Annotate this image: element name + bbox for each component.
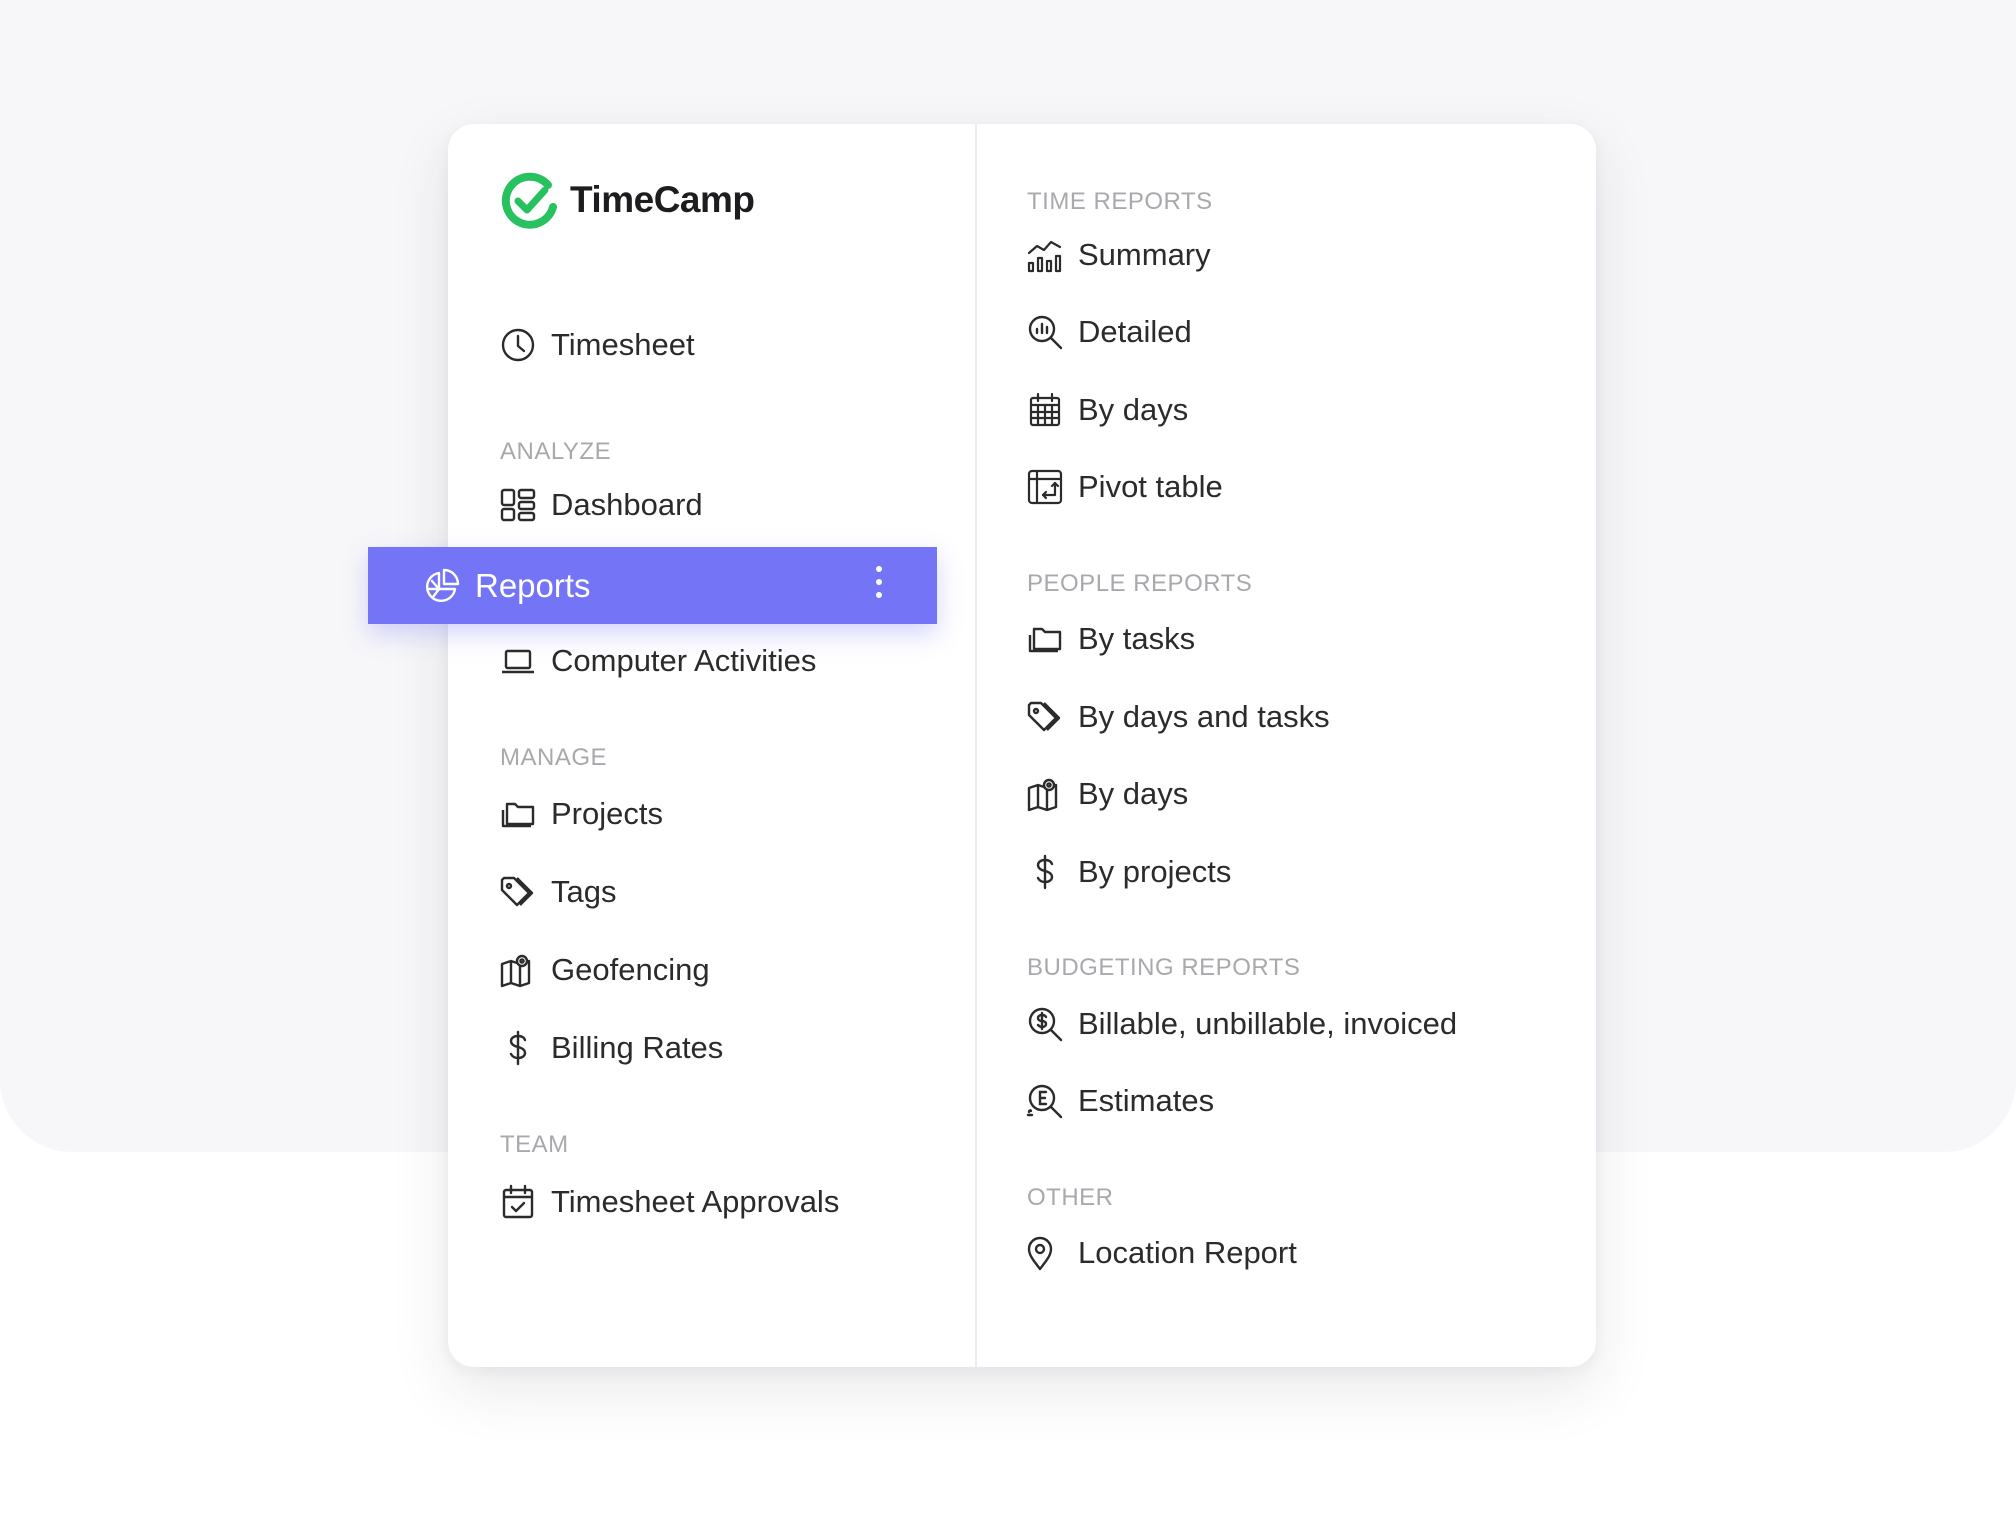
dollar-icon <box>1026 853 1064 891</box>
folder-icon <box>499 795 537 833</box>
more-options-icon[interactable] <box>873 566 885 606</box>
tag-icon <box>1026 698 1064 736</box>
submenu-item-label: Billable, unbillable, invoiced <box>1078 1006 1458 1041</box>
nav-item-computer-activities[interactable]: Computer Activities <box>499 636 816 686</box>
submenu-item-location-report[interactable]: Location Report <box>1026 1228 1297 1278</box>
nav-item-label: Billing Rates <box>551 1030 724 1065</box>
section-title-analyze: ANALYZE <box>500 438 612 465</box>
nav-item-reports[interactable]: Reports <box>368 547 937 624</box>
nav-item-label: Projects <box>551 796 663 831</box>
nav-item-label: Timesheet Approvals <box>551 1184 840 1219</box>
submenu-item-by-tasks[interactable]: By tasks <box>1026 614 1195 664</box>
section-title-manage: MANAGE <box>500 744 608 771</box>
calendar-check-icon <box>499 1183 537 1221</box>
submenu-item-label: By days and tasks <box>1078 699 1330 734</box>
submenu-item-label: Estimates <box>1078 1083 1215 1118</box>
section-title-other: OTHER <box>1027 1184 1114 1211</box>
search-dollar-icon <box>1026 1005 1064 1043</box>
submenu-item-label: By tasks <box>1078 621 1196 656</box>
submenu-item-label: By projects <box>1078 854 1232 889</box>
submenu-item-label: Pivot table <box>1078 469 1223 504</box>
nav-item-tags[interactable]: Tags <box>499 867 616 917</box>
section-title-people-reports: PEOPLE REPORTS <box>1027 570 1253 597</box>
nav-item-timesheet[interactable]: Timesheet <box>499 320 695 370</box>
dashboard-icon <box>499 486 537 524</box>
pie-chart-icon <box>423 567 461 605</box>
calendar-grid-icon <box>1026 391 1064 429</box>
submenu-item-by-days-people[interactable]: By days <box>1026 769 1188 819</box>
submenu-item-summary[interactable]: Summary <box>1026 230 1211 280</box>
submenu-item-label: Location Report <box>1078 1235 1297 1270</box>
folder-icon <box>1026 620 1064 658</box>
nav-item-label: Dashboard <box>551 487 703 522</box>
laptop-icon <box>499 642 537 680</box>
nav-item-label: Computer Activities <box>551 643 817 678</box>
timecamp-logo[interactable]: TimeCamp <box>500 170 755 230</box>
nav-item-dashboard[interactable]: Dashboard <box>499 480 703 530</box>
timecamp-logo-icon <box>500 170 560 230</box>
nav-item-billing-rates[interactable]: Billing Rates <box>499 1023 723 1073</box>
section-title-budgeting-reports: BUDGETING REPORTS <box>1027 954 1301 981</box>
dollar-icon <box>499 1029 537 1067</box>
bar-line-chart-icon <box>1026 236 1064 274</box>
section-title-team: TEAM <box>500 1131 569 1158</box>
nav-item-label: Tags <box>551 874 617 909</box>
submenu-item-label: By days <box>1078 776 1189 811</box>
location-pin-icon <box>1026 1234 1064 1272</box>
section-title-time-reports: TIME REPORTS <box>1027 188 1213 215</box>
map-icon <box>1026 775 1064 813</box>
search-chart-icon <box>1026 313 1064 351</box>
submenu-item-estimates[interactable]: Estimates <box>1026 1076 1214 1126</box>
nav-item-geofencing[interactable]: Geofencing <box>499 945 710 995</box>
submenu-item-by-days-and-tasks[interactable]: By days and tasks <box>1026 692 1330 742</box>
brand-name: TimeCamp <box>570 179 755 220</box>
pivot-table-icon <box>1026 468 1064 506</box>
submenu-item-detailed[interactable]: Detailed <box>1026 307 1192 357</box>
submenu-item-billable-unbillable-invoiced[interactable]: Billable, unbillable, invoiced <box>1026 999 1457 1049</box>
search-euro-icon <box>1026 1082 1064 1120</box>
column-divider <box>975 124 977 1367</box>
nav-item-label: Geofencing <box>551 952 710 987</box>
submenu-item-label: Summary <box>1078 237 1211 272</box>
nav-item-label: Reports <box>475 566 591 604</box>
submenu-item-pivot-table[interactable]: Pivot table <box>1026 462 1223 512</box>
submenu-item-label: Detailed <box>1078 314 1192 349</box>
nav-item-label: Timesheet <box>551 327 695 362</box>
clock-icon <box>499 326 537 364</box>
nav-item-timesheet-approvals[interactable]: Timesheet Approvals <box>499 1177 839 1227</box>
nav-item-projects[interactable]: Projects <box>499 789 663 839</box>
tag-icon <box>499 873 537 911</box>
submenu-item-by-projects[interactable]: By projects <box>1026 847 1231 897</box>
submenu-item-label: By days <box>1078 392 1189 427</box>
map-icon <box>499 951 537 989</box>
submenu-item-by-days[interactable]: By days <box>1026 385 1188 435</box>
